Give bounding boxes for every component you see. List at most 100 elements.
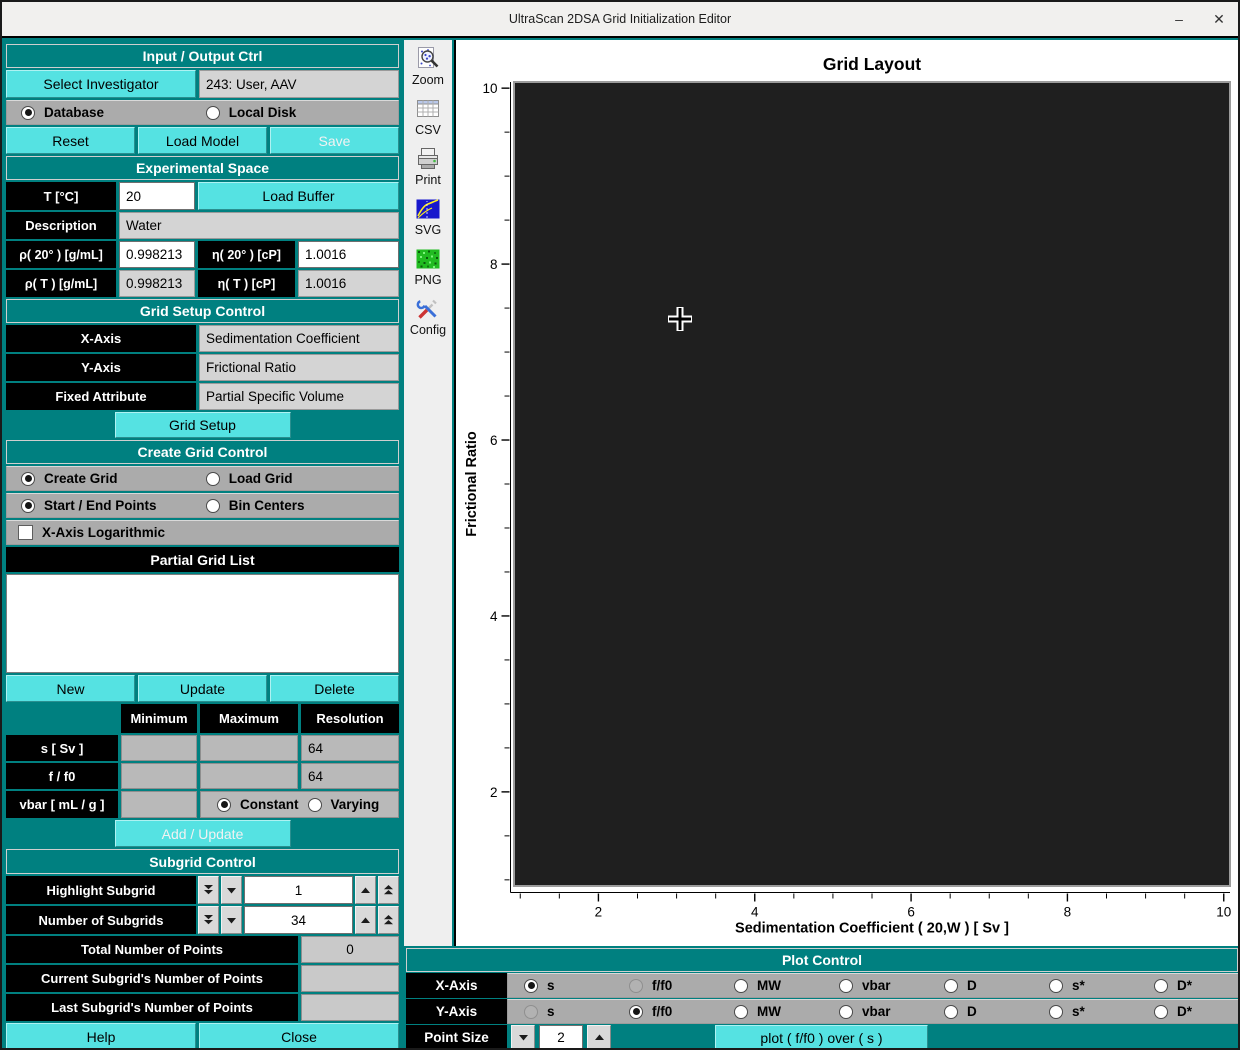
total-points-value: 0 bbox=[301, 936, 399, 963]
radio-load-grid[interactable]: Load Grid bbox=[206, 471, 391, 486]
experimental-space-header: Experimental Space bbox=[6, 156, 399, 180]
radio-mw[interactable]: MW bbox=[734, 1004, 839, 1019]
x-axis-log-checkbox[interactable] bbox=[18, 525, 33, 540]
radio-f-f0[interactable]: f/f0 bbox=[629, 1004, 734, 1019]
ff0-min-field[interactable] bbox=[121, 763, 197, 789]
radio-option-label: s bbox=[547, 1004, 555, 1019]
radio-option-label: Load Grid bbox=[229, 471, 293, 486]
plot-canvas[interactable] bbox=[514, 82, 1230, 886]
densityT-label: ρ( T ) [g/mL] bbox=[6, 270, 116, 297]
help-button[interactable]: Help bbox=[6, 1023, 196, 1050]
subgrid-header: Subgrid Control bbox=[6, 849, 399, 874]
highlight-up-button[interactable] bbox=[355, 876, 376, 904]
radio-d*[interactable]: D* bbox=[1154, 978, 1240, 993]
radio-circle-icon bbox=[206, 106, 220, 120]
print-tool-button[interactable]: Print bbox=[415, 146, 441, 187]
partial-grid-list[interactable] bbox=[6, 574, 399, 673]
up-icon bbox=[360, 886, 371, 895]
temperature-label: T [°C] bbox=[6, 182, 116, 210]
ff0-max-field[interactable] bbox=[200, 763, 298, 789]
highlight-fast-up-button[interactable] bbox=[378, 876, 399, 904]
vbar-min-field[interactable] bbox=[121, 791, 197, 818]
radio-varying[interactable]: Varying bbox=[308, 797, 399, 812]
close-button[interactable]: Close bbox=[199, 1023, 399, 1050]
save-button[interactable]: Save bbox=[270, 127, 399, 154]
new-button[interactable]: New bbox=[6, 675, 135, 702]
subgrids-fast-down-button[interactable] bbox=[198, 906, 219, 934]
radio-create-grid[interactable]: Create Grid bbox=[21, 471, 206, 486]
point-size-field[interactable]: 2 bbox=[539, 1025, 583, 1050]
minimize-icon[interactable]: – bbox=[1170, 11, 1188, 27]
radio-s[interactable]: s bbox=[524, 978, 629, 993]
s-max-field[interactable] bbox=[200, 735, 298, 761]
viscosity20-field[interactable]: 1.0016 bbox=[298, 241, 399, 268]
up-icon bbox=[360, 916, 371, 925]
grid-layout-plot-area: Grid Layout224466881010Sedimentation Coe… bbox=[454, 40, 1240, 946]
subgrids-up-button[interactable] bbox=[355, 906, 376, 934]
x-tick-label: 6 bbox=[907, 905, 915, 920]
radio-vbar[interactable]: vbar bbox=[839, 1004, 944, 1019]
csv-tool-button[interactable]: CSV bbox=[415, 96, 441, 137]
radio-circle-icon bbox=[839, 1005, 853, 1019]
load-buffer-button[interactable]: Load Buffer bbox=[198, 182, 399, 210]
radio-local-disk[interactable]: Local Disk bbox=[206, 105, 391, 120]
reset-button[interactable]: Reset bbox=[6, 127, 135, 154]
radio-s*[interactable]: s* bbox=[1049, 1004, 1154, 1019]
s-row-label: s [ Sv ] bbox=[6, 735, 118, 761]
highlight-fast-down-button[interactable] bbox=[198, 876, 219, 904]
radio-database[interactable]: Database bbox=[21, 105, 206, 120]
radio-d[interactable]: D bbox=[944, 978, 1049, 993]
radio-mw[interactable]: MW bbox=[734, 978, 839, 993]
source-radio-group: DatabaseLocal Disk bbox=[6, 100, 399, 125]
zoom-tool-button[interactable]: Zoom bbox=[412, 46, 444, 87]
number-subgrids-field[interactable]: 34 bbox=[244, 906, 353, 934]
radio-option-label: s* bbox=[1072, 978, 1085, 993]
subgrids-down-button[interactable] bbox=[221, 906, 242, 934]
load-model-button[interactable]: Load Model bbox=[138, 127, 267, 154]
app-window: UltraScan 2DSA Grid Initialization Edito… bbox=[0, 0, 1240, 1050]
plot-button[interactable]: plot ( f/f0 ) over ( s ) bbox=[715, 1025, 928, 1050]
grid-setup-button[interactable]: Grid Setup bbox=[115, 412, 291, 438]
radio-circle-icon bbox=[21, 499, 35, 513]
highlight-down-button[interactable] bbox=[221, 876, 242, 904]
add-update-button[interactable]: Add / Update bbox=[115, 820, 291, 847]
point-size-up-button[interactable] bbox=[587, 1025, 611, 1050]
s-resolution-field[interactable]: 64 bbox=[301, 735, 399, 761]
log-checkbox-row: X-Axis Logarithmic bbox=[6, 520, 399, 545]
radio-bin-centers[interactable]: Bin Centers bbox=[206, 498, 391, 513]
highlight-subgrid-field[interactable]: 1 bbox=[244, 876, 353, 904]
grid-mode-radio-group: Create Grid Load Grid bbox=[6, 466, 399, 491]
density20-field[interactable]: 0.998213 bbox=[119, 241, 195, 268]
update-button[interactable]: Update bbox=[138, 675, 267, 702]
radio-d[interactable]: D bbox=[944, 1004, 1049, 1019]
delete-button[interactable]: Delete bbox=[270, 675, 399, 702]
close-icon[interactable]: ✕ bbox=[1210, 11, 1228, 28]
temperature-field[interactable]: 20 bbox=[119, 182, 195, 210]
viscosity20-label: η( 20° ) [cP] bbox=[198, 241, 295, 268]
ff0-resolution-field[interactable]: 64 bbox=[301, 763, 399, 789]
title-bar[interactable]: UltraScan 2DSA Grid Initialization Edito… bbox=[2, 2, 1238, 38]
radio-d*[interactable]: D* bbox=[1154, 1004, 1240, 1019]
vbar-radio-group: ConstantVarying bbox=[200, 791, 399, 818]
point-size-row: Point Size 2 plot ( f/f0 ) over ( s ) bbox=[406, 1025, 1238, 1050]
svg-tool-button[interactable]: SVG bbox=[415, 196, 441, 237]
create-grid-header: Create Grid Control bbox=[6, 440, 399, 464]
radio-circle-icon bbox=[629, 1005, 643, 1019]
radio-start-end-points[interactable]: Start / End Points bbox=[21, 498, 206, 513]
png-tool-button[interactable]: PNG bbox=[414, 246, 441, 287]
radio-option-label: f/f0 bbox=[652, 1004, 672, 1019]
subgrids-fast-up-button[interactable] bbox=[378, 906, 399, 934]
radio-constant[interactable]: Constant bbox=[217, 797, 308, 812]
y-axis-attr-label: Y-Axis bbox=[6, 354, 196, 381]
window-title: UltraScan 2DSA Grid Initialization Edito… bbox=[509, 12, 731, 26]
point-size-down-button[interactable] bbox=[511, 1025, 535, 1050]
grid-layout-plot[interactable]: Grid Layout224466881010Sedimentation Coe… bbox=[456, 40, 1240, 946]
s-min-field[interactable] bbox=[121, 735, 197, 761]
radio-option-label: Create Grid bbox=[44, 471, 118, 486]
partial-grid-list-header: Partial Grid List bbox=[6, 547, 399, 572]
radio-s*[interactable]: s* bbox=[1049, 978, 1154, 993]
config-tool-button[interactable]: Config bbox=[410, 296, 446, 337]
plot-x-radio-group: sf/f0MWvbarDs*D* bbox=[507, 973, 1240, 998]
radio-vbar[interactable]: vbar bbox=[839, 978, 944, 993]
select-investigator-button[interactable]: Select Investigator bbox=[6, 70, 196, 98]
